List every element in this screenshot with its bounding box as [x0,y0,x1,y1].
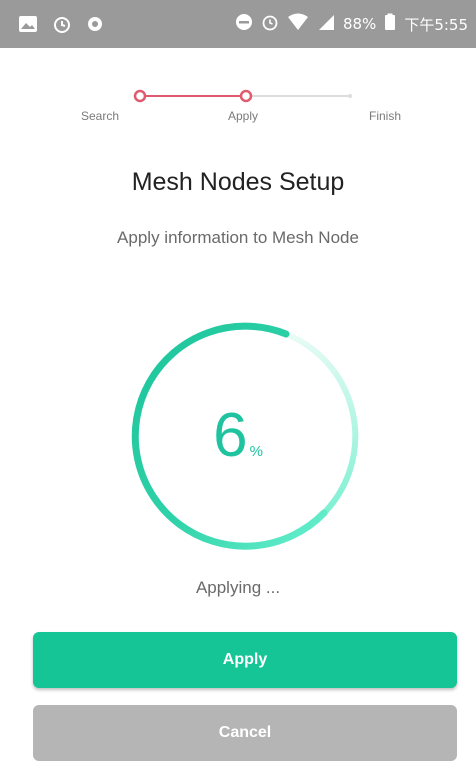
page-title: Mesh Nodes Setup [131,168,345,196]
circle-icon [86,15,104,37]
step-label-apply: Apply [228,109,259,123]
step-dot-search [133,89,147,103]
page-subtitle: Apply information to Mesh Node [117,228,359,247]
clock-time: 下午5:55 [404,15,468,34]
wifi-icon [287,13,309,35]
step-label-finish: Finish [369,109,402,123]
battery-percent: 88% [342,15,377,33]
signal-icon [317,13,335,35]
progress-percent: 6% [0,400,476,471]
step-label-search: Search [81,109,120,123]
apply-button[interactable]: Apply [33,632,457,688]
step-dot-finish [348,94,352,98]
progress-value: 6 [213,401,248,470]
cancel-button[interactable]: Cancel [33,705,457,761]
step-dot-apply [239,89,253,103]
alarm-icon [52,14,72,38]
status-bar: 88% 下午5:55 [0,0,476,48]
alarm-icon [261,13,279,35]
progress-unit: % [249,443,263,460]
setup-stepper: Search Apply Finish [0,80,476,130]
image-icon [18,15,38,37]
dnd-icon [235,13,253,35]
status-text: Applying ... [195,578,281,597]
battery-icon [384,13,396,35]
